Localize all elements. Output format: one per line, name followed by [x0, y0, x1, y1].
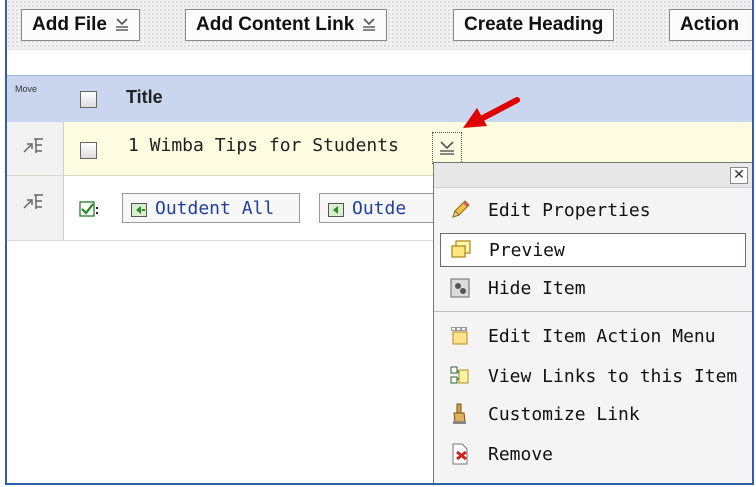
chevron-down-icon — [115, 17, 129, 33]
menu-item-remove[interactable]: Remove — [440, 437, 746, 471]
add-file-label: Add File — [32, 14, 107, 35]
chevron-down-icon — [362, 17, 376, 33]
menu-item-hide-item[interactable]: Hide Item — [440, 271, 746, 305]
move-column-label: Move — [15, 84, 38, 94]
close-icon[interactable]: ✕ — [730, 167, 748, 184]
menu-item-label: Remove — [488, 443, 554, 465]
item-action-menu: ✕ Edit Properties Preview Hide Item Edit… — [433, 162, 752, 483]
menu-item-edit-item-action-menu[interactable]: Edit Item Action Menu — [440, 319, 746, 353]
preview-icon — [447, 238, 475, 262]
outdent-all-button[interactable]: Outdent All — [122, 193, 300, 223]
item-menu-button[interactable] — [432, 132, 462, 164]
menu-item-label: Edit Item Action Menu — [488, 325, 716, 347]
menu-item-label: Customize Link — [488, 403, 640, 425]
drag-handle-icon[interactable] — [21, 136, 45, 160]
pencil-icon — [446, 198, 474, 222]
hide-icon — [446, 276, 474, 300]
drag-handle-icon[interactable] — [21, 192, 45, 216]
outdent-icon — [328, 201, 344, 217]
content-frame: Add File Add Content Link Create Heading… — [5, 0, 754, 485]
menu-titlebar — [434, 163, 752, 188]
item-checkbox[interactable] — [80, 142, 97, 159]
move-cell — [7, 122, 64, 175]
outdent-icon — [131, 201, 147, 217]
menu-item-preview[interactable]: Preview — [440, 233, 746, 267]
menu-item-view-links[interactable]: View Links to this Item — [440, 359, 746, 393]
action-toolbar: Add File Add Content Link Create Heading… — [7, 0, 752, 50]
outdent-label: Outde — [352, 197, 407, 219]
add-content-link-label: Add Content Link — [196, 14, 355, 35]
action-label: Action — [680, 14, 740, 35]
item-title[interactable]: 1 Wimba Tips for Students — [128, 135, 399, 156]
add-content-link-button[interactable]: Add Content Link — [185, 9, 388, 41]
menu-item-label: Edit Properties — [488, 199, 651, 221]
outdent-all-label: Outdent All — [155, 197, 275, 219]
remove-icon — [446, 442, 474, 466]
title-column-header[interactable]: Title — [126, 87, 163, 108]
chevron-down-icon — [440, 141, 454, 155]
menu-item-label: View Links to this Item — [488, 365, 738, 387]
outdent-button[interactable]: Outde — [319, 193, 437, 223]
select-all-checkbox[interactable] — [80, 91, 97, 108]
annotation-arrow-icon — [463, 97, 520, 128]
move-cell — [7, 176, 64, 240]
menu-item-label: Hide Item — [488, 277, 586, 299]
create-heading-label: Create Heading — [464, 14, 604, 35]
menu-separator — [434, 311, 752, 312]
customize-link-icon — [446, 402, 474, 426]
action-button[interactable]: Action — [669, 9, 752, 41]
table-header: Move Title — [7, 75, 752, 122]
action-menu-icon — [446, 324, 474, 348]
selected-checkbox-icon[interactable] — [79, 200, 101, 222]
add-file-button[interactable]: Add File — [21, 9, 140, 41]
menu-item-customize-link[interactable]: Customize Link — [440, 397, 746, 431]
menu-item-label: Preview — [489, 239, 565, 261]
links-icon — [446, 364, 474, 388]
create-heading-button[interactable]: Create Heading — [453, 9, 615, 41]
menu-item-edit-properties[interactable]: Edit Properties — [440, 193, 746, 227]
